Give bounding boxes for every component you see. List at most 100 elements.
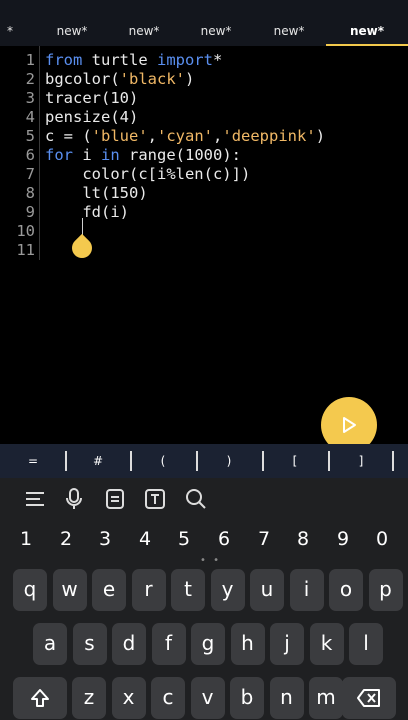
letter-key[interactable]: v xyxy=(190,677,225,719)
letter-key[interactable]: f xyxy=(151,623,186,665)
menu-icon[interactable] xyxy=(22,486,48,512)
letter-key[interactable]: s xyxy=(72,623,107,665)
code-token: , xyxy=(147,127,158,145)
letter-key[interactable]: r xyxy=(131,569,166,611)
letter-key[interactable]: g xyxy=(191,623,225,665)
app-root: * new* new* new* new* new* 1 2 3 4 5 6 7 8 9 10 11… xyxy=(0,0,408,720)
letter-key[interactable]: p xyxy=(368,569,403,611)
symbol-key[interactable]: = xyxy=(13,444,53,478)
symbol-key[interactable]: ( xyxy=(143,444,183,478)
line-number: 8 xyxy=(25,184,35,202)
letter-key[interactable]: a xyxy=(33,623,67,665)
symbol-key[interactable]: # xyxy=(78,444,118,478)
symbol-separator xyxy=(392,451,394,471)
code-line[interactable]: lt(150) xyxy=(45,184,147,203)
line-number: 4 xyxy=(25,108,35,126)
keyboard-handle-dots: • • xyxy=(200,555,221,566)
code-token: ) xyxy=(184,70,195,88)
letter-key[interactable]: q xyxy=(13,569,47,611)
number-key[interactable]: 0 xyxy=(362,526,402,552)
number-key[interactable]: 9 xyxy=(323,526,363,552)
number-key[interactable]: 7 xyxy=(244,526,284,552)
code-token: ) xyxy=(315,127,326,145)
code-token: range(1000): xyxy=(119,146,241,164)
letter-key[interactable]: j xyxy=(270,623,304,665)
code-token: , xyxy=(213,127,223,145)
backspace-key[interactable] xyxy=(342,677,396,719)
code-token: in xyxy=(101,146,120,164)
line-number: 1 xyxy=(25,51,35,69)
clipboard-icon[interactable] xyxy=(102,486,128,512)
code-token: from xyxy=(45,51,83,69)
code-line[interactable]: bgcolor('black') xyxy=(45,70,194,89)
code-token: for xyxy=(45,146,73,164)
tab-5-active[interactable]: new* xyxy=(326,0,408,46)
letter-key[interactable]: m xyxy=(309,677,343,719)
letter-key[interactable]: y xyxy=(210,569,245,611)
code-token: import xyxy=(156,51,213,69)
code-token: bgcolor( xyxy=(45,70,120,88)
symbol-separator xyxy=(262,451,264,471)
tab-1[interactable]: new* xyxy=(31,0,113,46)
search-icon[interactable] xyxy=(183,486,209,512)
letter-key[interactable]: e xyxy=(92,569,126,611)
number-key[interactable]: 5 xyxy=(164,526,204,552)
letter-key[interactable]: h xyxy=(230,623,265,665)
line-number: 9 xyxy=(25,203,35,221)
letter-key[interactable]: w xyxy=(52,569,87,611)
letter-key[interactable]: t xyxy=(171,569,205,611)
number-key[interactable]: 8 xyxy=(283,526,323,552)
microphone-icon[interactable] xyxy=(61,486,87,512)
shift-icon xyxy=(31,689,49,707)
shift-key[interactable] xyxy=(13,677,67,719)
letter-key[interactable]: u xyxy=(250,569,284,611)
code-editor[interactable]: 1 2 3 4 5 6 7 8 9 10 11 from turtle import* bgcolor(… xyxy=(0,46,408,444)
symbol-key[interactable]: [ xyxy=(275,444,315,478)
number-key[interactable]: 4 xyxy=(125,526,165,552)
number-key[interactable]: 6 xyxy=(204,526,244,552)
letter-key[interactable]: i xyxy=(289,569,324,611)
letter-key[interactable]: k xyxy=(309,623,344,665)
letter-key[interactable]: l xyxy=(349,623,383,665)
code-token: fd(i) xyxy=(45,203,129,221)
line-number: 6 xyxy=(25,146,35,164)
code-line[interactable]: from turtle import* xyxy=(45,51,222,70)
line-number: 2 xyxy=(25,70,35,88)
symbol-separator xyxy=(328,451,330,471)
text-icon[interactable] xyxy=(142,486,168,512)
line-number: 3 xyxy=(25,89,35,107)
number-key[interactable]: 1 xyxy=(6,526,46,552)
letter-key[interactable]: z xyxy=(72,677,106,719)
code-token: tracer(10) xyxy=(45,89,139,107)
symbol-bar: = # () [] xyxy=(0,444,408,478)
tab-3[interactable]: new* xyxy=(175,0,257,46)
tab-4[interactable]: new* xyxy=(248,0,330,46)
code-token: 'blue' xyxy=(91,127,148,145)
symbol-key[interactable]: ) xyxy=(209,444,249,478)
code-line[interactable]: color(c[i%len(c)]) xyxy=(45,165,250,184)
line-number: 5 xyxy=(25,127,35,145)
code-token: i xyxy=(73,146,101,164)
tab-2[interactable]: new* xyxy=(103,0,185,46)
code-token: 'black' xyxy=(119,70,185,88)
code-token: pensize(4) xyxy=(45,108,139,126)
letter-key[interactable]: d xyxy=(112,623,146,665)
letter-key[interactable]: b xyxy=(230,677,264,719)
code-line[interactable]: fd(i) xyxy=(45,203,129,222)
tab-0[interactable]: * xyxy=(0,0,20,46)
letter-key[interactable]: c xyxy=(151,677,185,719)
letter-key[interactable]: n xyxy=(269,677,304,719)
tab-bar: * new* new* new* new* new* xyxy=(0,0,408,46)
cursor-handle[interactable] xyxy=(67,233,97,263)
play-icon xyxy=(343,417,356,433)
letter-key[interactable]: o xyxy=(329,569,363,611)
symbol-key[interactable]: ] xyxy=(341,444,381,478)
number-key[interactable]: 2 xyxy=(46,526,86,552)
letter-key[interactable]: x xyxy=(111,677,146,719)
code-line[interactable]: c = ('blue','cyan','deeppink') xyxy=(45,127,325,146)
code-line[interactable]: pensize(4) xyxy=(45,108,138,127)
code-line[interactable]: tracer(10) xyxy=(45,89,138,108)
symbol-separator xyxy=(130,451,132,471)
number-key[interactable]: 3 xyxy=(85,526,125,552)
code-line[interactable]: for i in range(1000): xyxy=(45,146,241,165)
